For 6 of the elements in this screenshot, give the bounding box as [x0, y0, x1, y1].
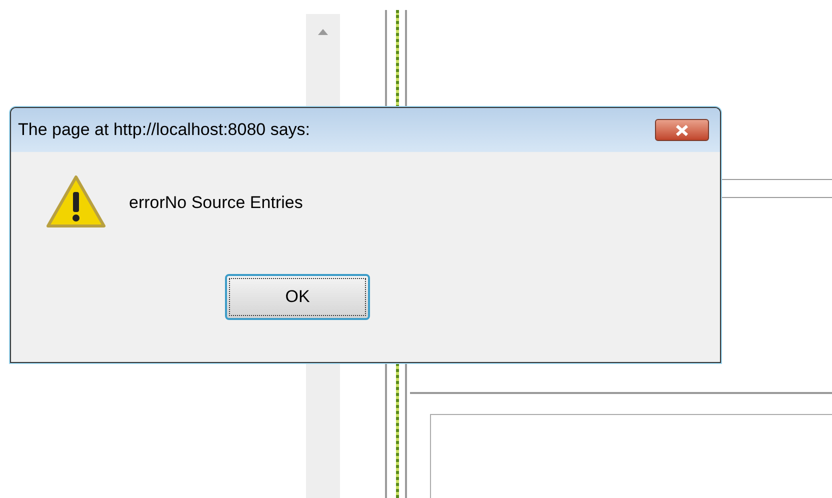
alert-message: errorNo Source Entries	[129, 192, 303, 214]
close-icon	[675, 124, 689, 136]
ok-button[interactable]: OK	[225, 274, 370, 320]
warning-icon	[45, 174, 107, 230]
window-title: The page at http://localhost:8080 says:	[18, 119, 310, 142]
close-button[interactable]	[655, 119, 709, 141]
